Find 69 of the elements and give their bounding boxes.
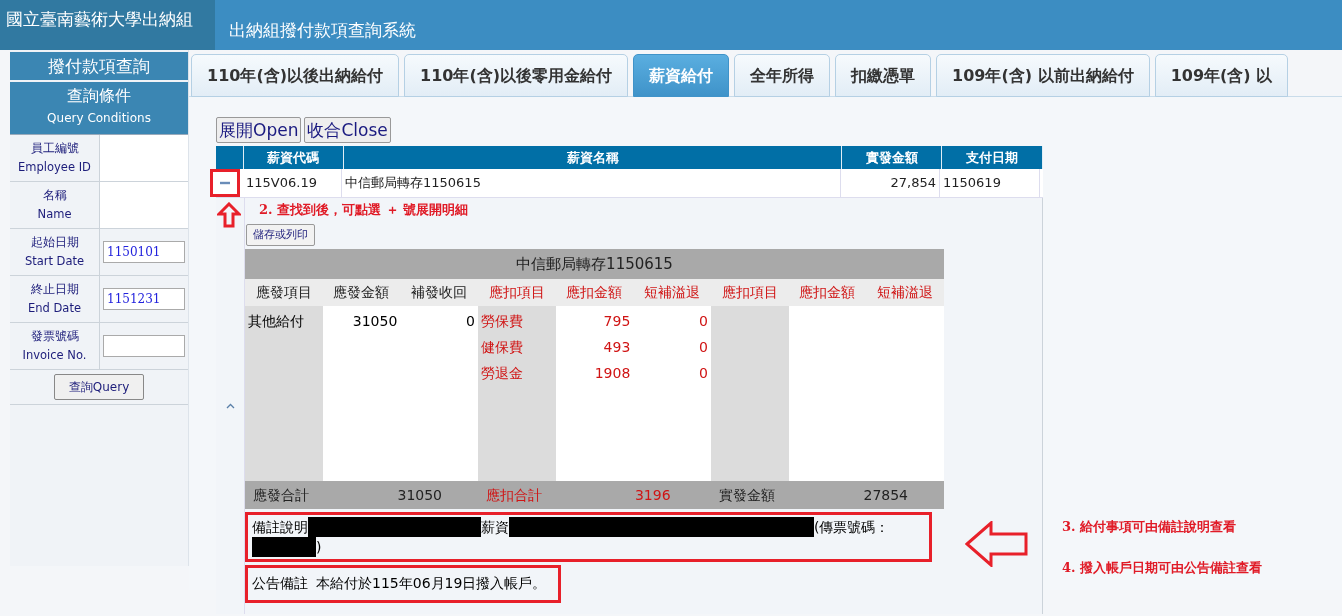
tab[interactable]: 109年(含) 以前出納給付 [936, 54, 1150, 97]
section-subtitle: Query Conditions [46, 110, 152, 125]
site-title: 國立臺南藝術大學出納組 [0, 0, 215, 50]
toolbar-button[interactable]: 收合Close [304, 117, 391, 143]
table-cell-text: 0 [698, 337, 708, 357]
table-cell: 115V06.19 [243, 169, 342, 197]
column-header: 應扣項目 [720, 282, 779, 302]
table-cell-text: 勞保費 [481, 311, 524, 331]
minus-icon [220, 181, 230, 185]
up-arrow-icon [217, 202, 241, 228]
annotation-note: 3. 給付事項可由備註說明查看 [1062, 518, 1237, 536]
table-cell-text: 勞退金 [481, 363, 524, 383]
remark-text: 薪資 [481, 517, 509, 537]
sidebar-title: 撥付款項查詢 [10, 52, 188, 80]
left-arrow-icon [965, 521, 1029, 567]
table-cell-text: 0 [465, 311, 475, 331]
remark-label: 備註說明 [252, 517, 308, 537]
toggle-button[interactable] [210, 169, 240, 197]
column-header: 支付日期 [942, 146, 1043, 169]
notice-label: 公告備註 [252, 574, 308, 593]
table-cell-text: 0 [698, 363, 708, 383]
table-cell-text: 795 [602, 311, 631, 331]
table-cell-text: 其他給付 [248, 311, 305, 331]
header-cell [216, 146, 244, 169]
column-header: 薪資代碼 [243, 146, 344, 169]
tab[interactable]: 全年所得 [734, 54, 831, 97]
remark-text: ) [316, 537, 322, 557]
column-header: 應扣金額 [565, 282, 624, 302]
input-field[interactable]: 1150101 [103, 241, 185, 263]
table-cell: 27,854 [841, 169, 940, 197]
toolbar-button[interactable]: 展開Open [216, 117, 302, 143]
input-field[interactable]: 1151231 [103, 288, 185, 310]
print-button[interactable]: 儲存或列印 [246, 223, 315, 246]
input-field[interactable] [103, 335, 185, 357]
summary-label: 實發金額 [718, 485, 776, 505]
column-header: 應發金額 [332, 282, 391, 302]
tab[interactable]: 110年(含)以後出納給付 [191, 54, 400, 97]
tab[interactable]: 109年(含) 以 [1154, 54, 1289, 97]
column-header: 補發收回 [410, 282, 469, 302]
summary-value: 27854 [862, 485, 909, 505]
notice-text: 本給付於115年06月19日撥入帳戶。 [316, 574, 547, 593]
annotation-note: 2. 查找到後，可點選 ＋ 號展開明細 [258, 201, 470, 219]
caret-up-icon[interactable] [225, 403, 235, 409]
tab[interactable]: 110年(含)以後零用金給付 [404, 54, 629, 97]
column-header: 應扣金額 [798, 282, 857, 302]
table-cell: 1150619 [940, 169, 1040, 197]
column-header: 短補溢退 [876, 282, 935, 302]
column-header: 實發金額 [842, 146, 943, 169]
table-cell-text: 健保費 [481, 337, 524, 357]
column-header: 應扣項目 [487, 282, 546, 302]
summary-label: 應扣合計 [485, 485, 543, 505]
summary-label: 應發合計 [252, 485, 310, 505]
detail-title: 中信郵局轉存1150615 [245, 248, 944, 279]
summary-value: 31050 [396, 485, 443, 505]
annotation-note: 4. 撥入帳戶日期可由公告備註查看 [1062, 559, 1263, 577]
column-header: 應發項目 [254, 282, 313, 302]
table-cell-text: 0 [698, 311, 708, 331]
tab[interactable]: 扣繳憑單 [835, 54, 932, 97]
column-header: 薪資名稱 [343, 146, 843, 169]
section-title: 查詢條件 [66, 85, 132, 107]
column-header: 短補溢退 [643, 282, 702, 302]
table-cell-text: 493 [602, 337, 631, 357]
table-cell: 中信郵局轉存1150615 [342, 169, 841, 197]
table-cell-text: 1908 [593, 363, 631, 383]
query-button[interactable]: 查詢Query [54, 374, 144, 400]
remark-text: (傳票號碼： [814, 517, 890, 537]
table-cell-text: 31050 [351, 311, 398, 331]
system-title: 出納組撥付款項查詢系統 [229, 19, 416, 42]
summary-value: 3196 [633, 485, 672, 505]
